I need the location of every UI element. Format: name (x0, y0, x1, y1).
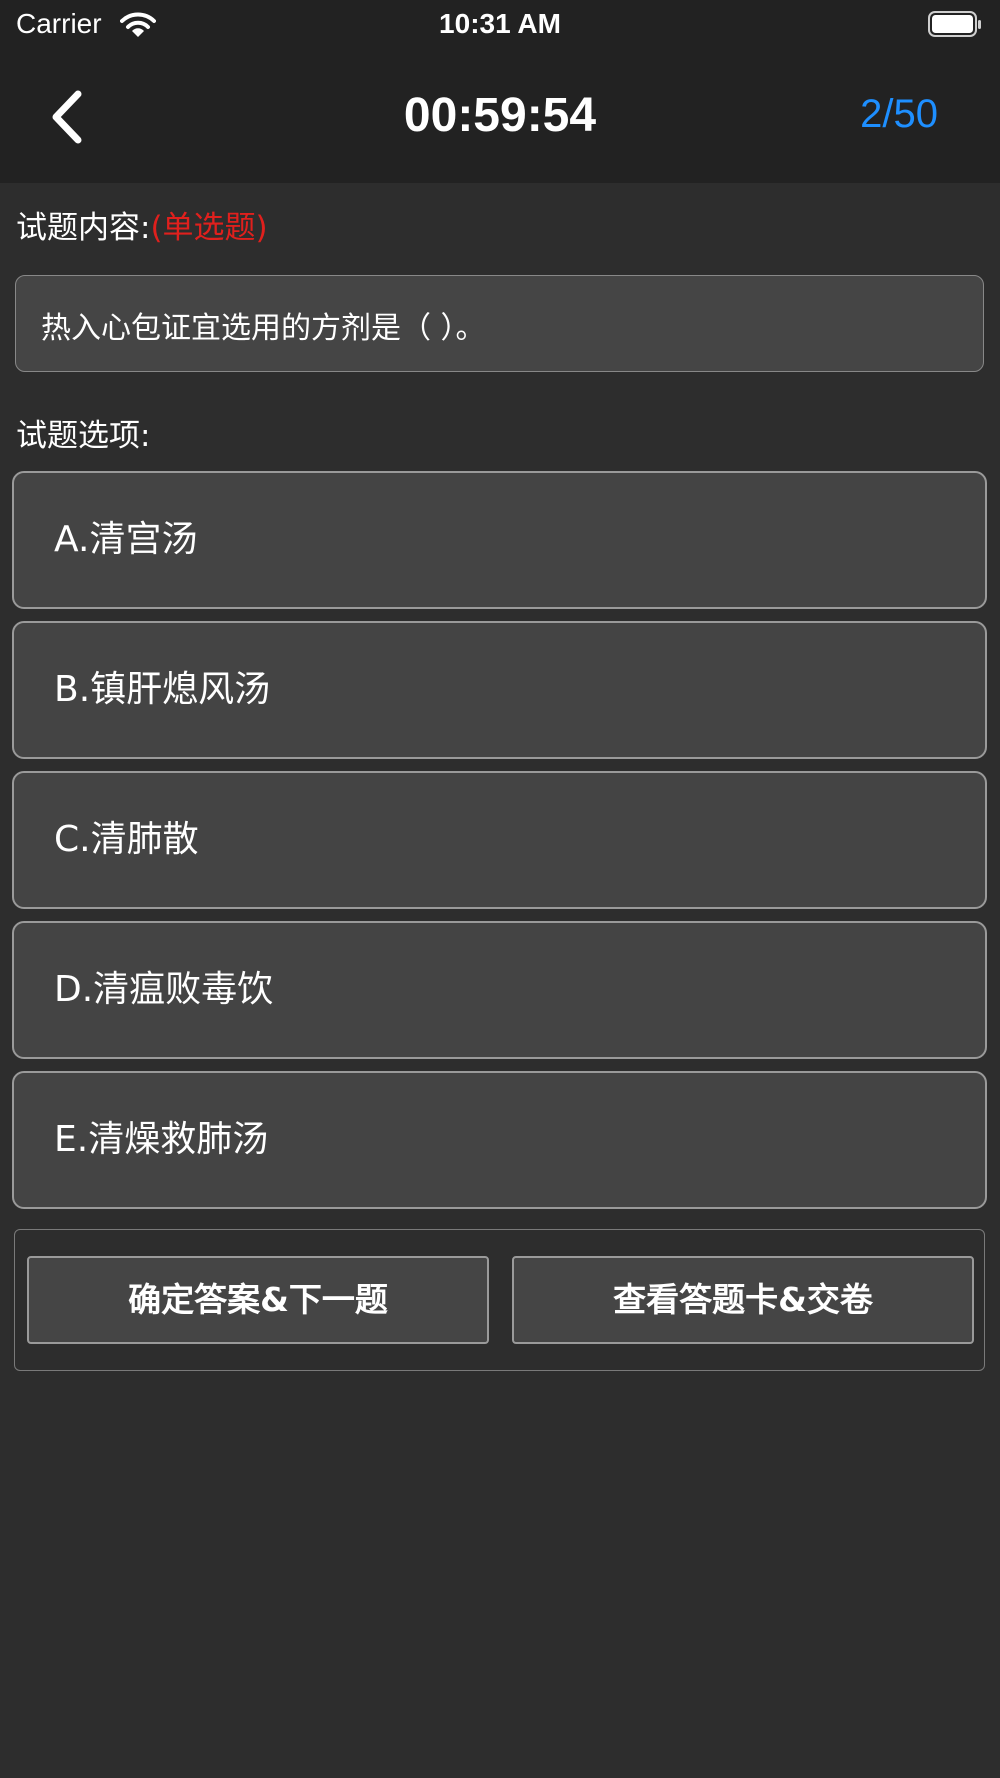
option-b[interactable]: B.镇肝熄风汤 (12, 621, 987, 759)
nav-bar: 00:59:54 2/50 (0, 52, 1000, 183)
option-a[interactable]: A.清宫汤 (12, 471, 987, 609)
question-type-badge: (单选题) (150, 210, 268, 246)
battery-full-icon (928, 11, 981, 37)
option-label: E.清燥救肺汤 (54, 1119, 269, 1160)
question-text-box: 热入心包证宜选用的方剂是（ ）。 (15, 275, 984, 372)
option-label: A.清宫汤 (54, 519, 198, 560)
status-time: 10:31 AM (439, 8, 561, 39)
answer-card-submit-button[interactable]: 查看答题卡&交卷 (512, 1256, 974, 1344)
status-bar: Carrier 10:31 AM (0, 0, 1000, 52)
option-d[interactable]: D.清瘟败毒饮 (12, 921, 987, 1059)
option-label: D.清瘟败毒饮 (54, 969, 274, 1010)
options-heading: 试题选项: (16, 418, 151, 454)
confirm-next-button[interactable]: 确定答案&下一题 (27, 1256, 489, 1344)
question-progress[interactable]: 2/50 (820, 92, 938, 137)
content-label: 试题内容: (16, 210, 151, 246)
question-content-heading: 试题内容:(单选题) (16, 202, 268, 247)
option-label: B.镇肝熄风汤 (54, 669, 271, 710)
option-c[interactable]: C.清肺散 (12, 771, 987, 909)
option-label: C.清肺散 (54, 819, 199, 860)
option-e[interactable]: E.清燥救肺汤 (12, 1071, 987, 1209)
action-panel: 确定答案&下一题 查看答题卡&交卷 (14, 1229, 985, 1371)
question-text: 热入心包证宜选用的方剂是（ ）。 (41, 311, 486, 346)
